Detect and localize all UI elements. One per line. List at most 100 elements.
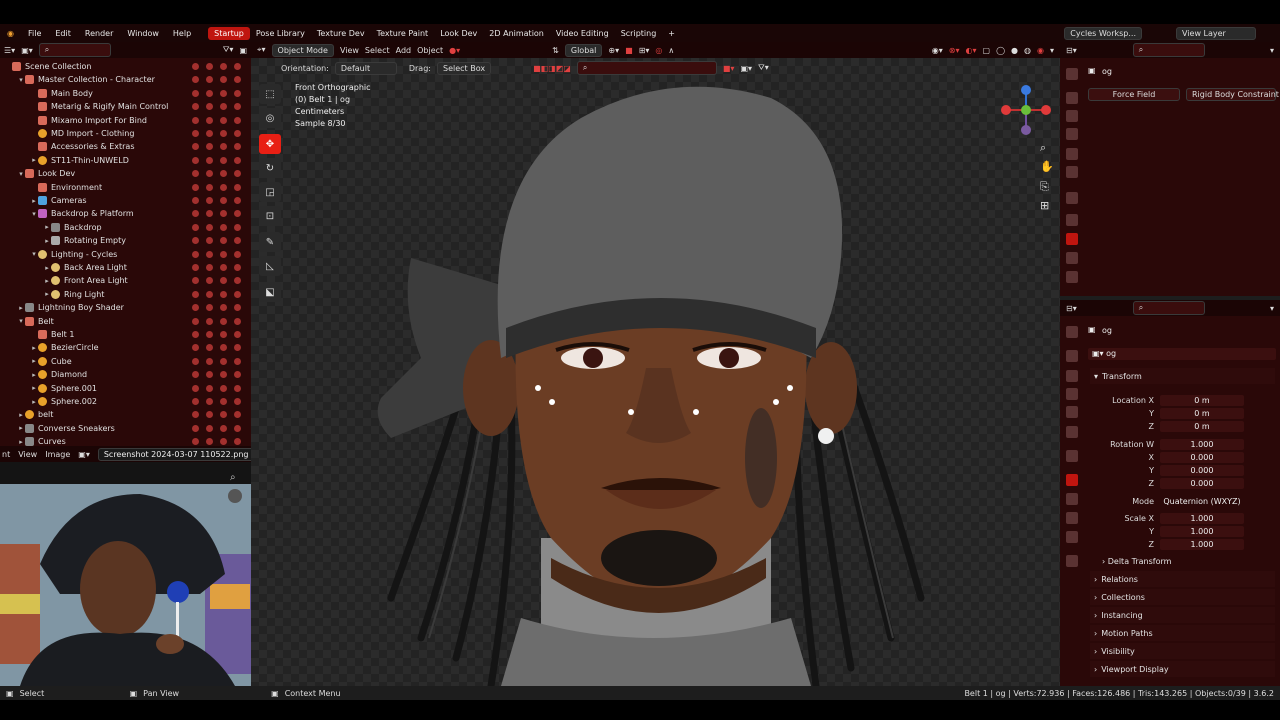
tool-tab-icon[interactable]: [1066, 68, 1078, 80]
transform-field-value[interactable]: 0.000: [1160, 465, 1244, 476]
select-toggle-icon[interactable]: [206, 103, 213, 111]
world-tab-icon-2[interactable]: [1066, 426, 1078, 438]
shading-material-icon[interactable]: ◍: [1024, 46, 1031, 55]
outliner-row[interactable]: Mixamo Import For Bind: [0, 114, 251, 127]
scene-selector[interactable]: Cycles Worksp...: [1064, 26, 1142, 40]
select-toggle-icon[interactable]: [206, 116, 213, 124]
eye-icon[interactable]: [220, 116, 227, 124]
transform-field-value[interactable]: 0 m: [1160, 395, 1244, 406]
3d-viewport[interactable]: [251, 58, 1060, 686]
drag-dropdown[interactable]: Select Box: [436, 61, 492, 75]
tab-texture-dev[interactable]: Texture Dev: [311, 27, 371, 40]
expand-toggle-icon[interactable]: ▸: [17, 438, 25, 446]
shading-options-icon[interactable]: ▾: [1050, 46, 1054, 55]
outliner-row[interactable]: ▸ Backdrop: [0, 221, 251, 234]
select-toggle-icon[interactable]: [206, 277, 213, 285]
visibility-toggles[interactable]: [192, 63, 241, 70]
gizmo-toggle-icon[interactable]: ⊗▾: [949, 46, 960, 55]
exclude-checkbox-icon[interactable]: [192, 63, 199, 70]
render-toggle-icon[interactable]: [234, 371, 241, 379]
expand-toggle-icon[interactable]: ▸: [30, 357, 38, 365]
exclude-checkbox-icon[interactable]: [192, 237, 199, 245]
transform-field-value[interactable]: Quaternion (WXYZ): [1160, 496, 1244, 507]
expand-toggle-icon[interactable]: ▸: [43, 290, 51, 298]
expand-toggle-icon[interactable]: ▸: [17, 411, 25, 419]
property-section[interactable]: › Motion Paths: [1090, 625, 1275, 641]
xray-icon[interactable]: ▢: [983, 46, 991, 55]
expand-toggle-icon[interactable]: ▸: [43, 223, 51, 231]
transform-field-value[interactable]: 1.000: [1160, 513, 1244, 524]
select-toggle-icon[interactable]: [206, 317, 213, 325]
eye-icon[interactable]: [220, 130, 227, 137]
shading-wireframe-icon[interactable]: ◯: [996, 46, 1005, 55]
tab-scripting[interactable]: Scripting: [615, 27, 663, 40]
menu-view[interactable]: View: [18, 450, 37, 459]
eye-icon[interactable]: [220, 183, 227, 191]
outliner-row[interactable]: MD Import - Clothing: [0, 127, 251, 140]
world-tab-icon[interactable]: [1066, 166, 1078, 178]
outliner-row[interactable]: ▸ ST11-Thin-UNWELD: [0, 154, 251, 167]
exclude-checkbox-icon[interactable]: [192, 277, 199, 285]
expand-toggle-icon[interactable]: ▾: [17, 170, 25, 178]
render-toggle-icon[interactable]: [234, 130, 241, 137]
exclude-checkbox-icon[interactable]: [192, 331, 199, 338]
render-toggle-icon[interactable]: [234, 398, 241, 405]
proportional-edit-icon[interactable]: ◎: [655, 46, 662, 55]
sphere-icon[interactable]: ●▾: [449, 46, 460, 55]
expand-toggle-icon[interactable]: ▸: [30, 156, 38, 164]
view-layer-icon[interactable]: ▣▾: [740, 64, 752, 73]
expand-toggle-icon[interactable]: ▸: [30, 371, 38, 379]
exclude-checkbox-icon[interactable]: [192, 183, 199, 191]
move-tool-icon[interactable]: ✥: [259, 134, 281, 154]
outliner-row[interactable]: Environment: [0, 181, 251, 194]
view-layer-tab-icon-2[interactable]: [1066, 388, 1078, 400]
expand-toggle-icon[interactable]: ▸: [30, 344, 38, 352]
expand-toggle-icon[interactable]: ▾: [17, 76, 25, 84]
visibility-toggles[interactable]: [192, 438, 241, 446]
render-toggle-icon[interactable]: [234, 76, 241, 84]
visibility-toggles[interactable]: [192, 210, 241, 218]
visibility-toggles[interactable]: [192, 89, 241, 97]
editor-type-icon[interactable]: ☰▾: [4, 46, 15, 55]
visibility-toggles[interactable]: [192, 384, 241, 392]
visibility-toggles[interactable]: [192, 170, 241, 178]
snap-icon[interactable]: ■: [625, 46, 633, 55]
exclude-checkbox-icon[interactable]: [192, 116, 199, 124]
expand-toggle-icon[interactable]: ▸: [43, 237, 51, 245]
visibility-toggles[interactable]: [192, 116, 241, 124]
outliner-row[interactable]: Accessories & Extras: [0, 140, 251, 153]
eye-icon[interactable]: [220, 237, 227, 245]
select-toggle-icon[interactable]: [206, 304, 213, 312]
menu-file[interactable]: File: [21, 29, 48, 38]
menu-select[interactable]: Select: [365, 46, 390, 55]
select-toggle-icon[interactable]: [206, 371, 213, 379]
outliner-row[interactable]: ▸ BezierCircle: [0, 341, 251, 354]
eye-icon[interactable]: [220, 357, 227, 365]
image-name-field[interactable]: Screenshot 2024-03-07 110522.png: [97, 447, 255, 461]
outliner-row[interactable]: ▸ Converse Sneakers: [0, 422, 251, 435]
eye-icon[interactable]: [220, 398, 227, 405]
visibility-toggles[interactable]: [192, 398, 241, 405]
eye-icon[interactable]: [220, 304, 227, 312]
transform-field-value[interactable]: 1.000: [1160, 439, 1244, 450]
tool-tab-icon-2[interactable]: [1066, 326, 1078, 338]
menu-window[interactable]: Window: [120, 29, 166, 38]
exclude-checkbox-icon[interactable]: [192, 344, 199, 352]
outliner-row[interactable]: ▾ Backdrop & Platform: [0, 207, 251, 220]
render-toggle-icon[interactable]: [234, 357, 241, 365]
annotate-tool-icon[interactable]: ✎: [259, 232, 281, 252]
physics-tab-icon[interactable]: [1066, 233, 1078, 245]
select-toggle-icon[interactable]: [206, 223, 213, 231]
render-toggle-icon[interactable]: [234, 210, 241, 218]
select-toggle-icon[interactable]: [206, 130, 213, 137]
outliner-row[interactable]: ▸ Rotating Empty: [0, 234, 251, 247]
snap-settings-icon[interactable]: ⊞▾: [639, 46, 650, 55]
property-section[interactable]: › Visibility: [1090, 643, 1275, 659]
properties-search-input-2[interactable]: ⌕: [1132, 301, 1205, 315]
exclude-checkbox-icon[interactable]: [192, 130, 199, 137]
exclude-checkbox-icon[interactable]: [192, 424, 199, 432]
collection-tab-icon-2[interactable]: [1066, 450, 1078, 462]
menu-edit[interactable]: Edit: [48, 29, 78, 38]
constraints-tab-icon[interactable]: [1066, 252, 1078, 264]
measure-tool-icon[interactable]: ◺: [259, 256, 281, 276]
